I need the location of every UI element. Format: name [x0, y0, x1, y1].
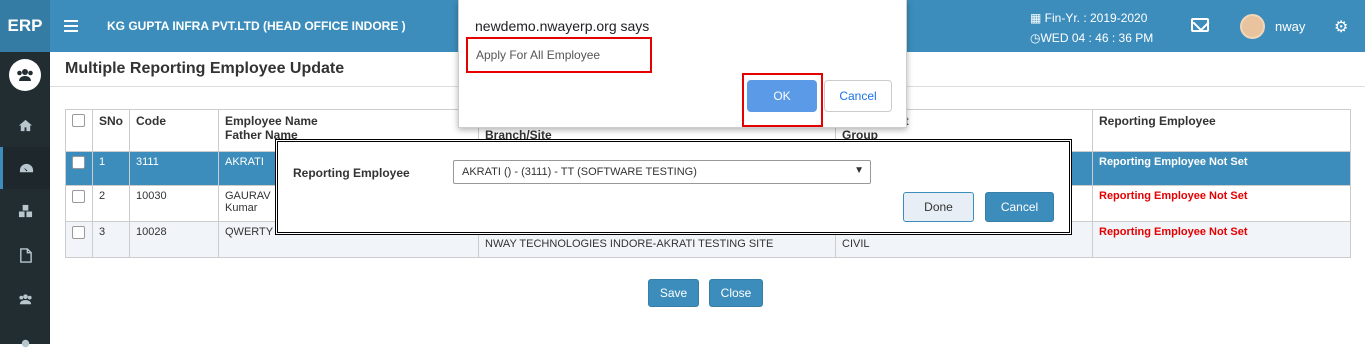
row-checkbox[interactable] — [72, 190, 85, 203]
save-button[interactable]: Save — [648, 279, 699, 307]
row-branch-line2: NWAY TECHNOLOGIES INDORE-AKRATI TESTING … — [485, 238, 774, 250]
alert-host: newdemo.nwayerp.org says — [475, 18, 650, 34]
row-checkbox-cell[interactable] — [65, 221, 93, 258]
col-sno: SNo — [92, 109, 130, 152]
app-logo[interactable]: ERP — [0, 0, 50, 52]
reporting-employee-select[interactable]: AKRATI () - (3111) - TT (SOFTWARE TESTIN… — [453, 160, 871, 184]
row-checkbox[interactable] — [72, 156, 85, 169]
alert-cancel-button[interactable]: Cancel — [824, 80, 892, 112]
cubes-icon[interactable] — [0, 190, 50, 232]
gear-icon[interactable]: ⚙ — [1334, 17, 1348, 37]
row-reporting: Reporting Employee Not Set — [1092, 221, 1351, 258]
row-reporting: Reporting Employee Not Set — [1092, 151, 1351, 186]
modal-cancel-button[interactable]: Cancel — [985, 192, 1054, 222]
row-sno: 1 — [92, 151, 130, 186]
row-code: 10030 — [129, 185, 219, 222]
row-reporting: Reporting Employee Not Set — [1092, 185, 1351, 222]
row-sno: 2 — [92, 185, 130, 222]
menu-toggle-icon[interactable] — [64, 17, 78, 35]
reporting-employee-value: AKRATI () - (3111) - TT (SOFTWARE TESTIN… — [462, 166, 697, 178]
reporting-employee-label: Reporting Employee — [293, 166, 410, 180]
clock-icon: ◷ — [1030, 31, 1041, 45]
dashboard-icon[interactable] — [0, 147, 50, 189]
company-name: KG GUPTA INFRA PVT.LTD (HEAD OFFICE INDO… — [107, 19, 406, 33]
sidebar: ERP — [0, 0, 50, 347]
user-avatar[interactable] — [1240, 14, 1265, 39]
col-employee-line1: Employee Name — [225, 114, 318, 128]
reporting-status: Reporting Employee Not Set — [1099, 190, 1248, 202]
users-group-icon[interactable] — [9, 59, 41, 91]
row-checkbox-cell[interactable] — [65, 151, 93, 186]
select-all-checkbox[interactable] — [72, 114, 85, 127]
users-icon[interactable] — [0, 278, 50, 320]
user-name[interactable]: nway — [1275, 19, 1305, 34]
close-button[interactable]: Close — [709, 279, 763, 307]
page-title: Multiple Reporting Employee Update — [65, 60, 345, 77]
browser-alert-dialog: newdemo.nwayerp.org says Apply For All E… — [458, 0, 907, 128]
financial-year: ▦ Fin-Yr. : 2019-2020 — [1030, 11, 1147, 25]
select-all-header[interactable] — [65, 109, 93, 152]
reporting-status: Reporting Employee Not Set — [1099, 226, 1248, 238]
row-code: 3111 — [129, 151, 219, 186]
home-icon[interactable] — [0, 104, 50, 146]
col-code: Code — [129, 109, 219, 152]
done-button[interactable]: Done — [903, 192, 974, 222]
col-reporting: Reporting Employee — [1092, 109, 1351, 152]
alert-message: Apply For All Employee — [466, 37, 652, 73]
reporting-status: Reporting Employee Not Set — [1099, 156, 1248, 168]
clock: ◷WED 04 : 46 : 36 PM — [1030, 31, 1153, 45]
row-code: 10028 — [129, 221, 219, 258]
clock-text: WED 04 : 46 : 36 PM — [1040, 31, 1154, 45]
reporting-employee-modal: Reporting Employee AKRATI () - (3111) - … — [275, 139, 1072, 235]
settings-icon[interactable] — [0, 322, 50, 364]
pdf-file-icon[interactable] — [0, 234, 50, 276]
mail-icon[interactable] — [1191, 18, 1209, 32]
row-checkbox[interactable] — [72, 226, 85, 239]
ok-button[interactable]: OK — [747, 80, 817, 112]
row-department-line2: CIVIL — [842, 238, 870, 250]
row-checkbox-cell[interactable] — [65, 185, 93, 222]
financial-year-text: Fin-Yr. : 2019-2020 — [1044, 11, 1148, 25]
chevron-down-icon: ▼ — [854, 165, 864, 176]
row-sno: 3 — [92, 221, 130, 258]
calendar-icon: ▦ — [1030, 11, 1045, 25]
